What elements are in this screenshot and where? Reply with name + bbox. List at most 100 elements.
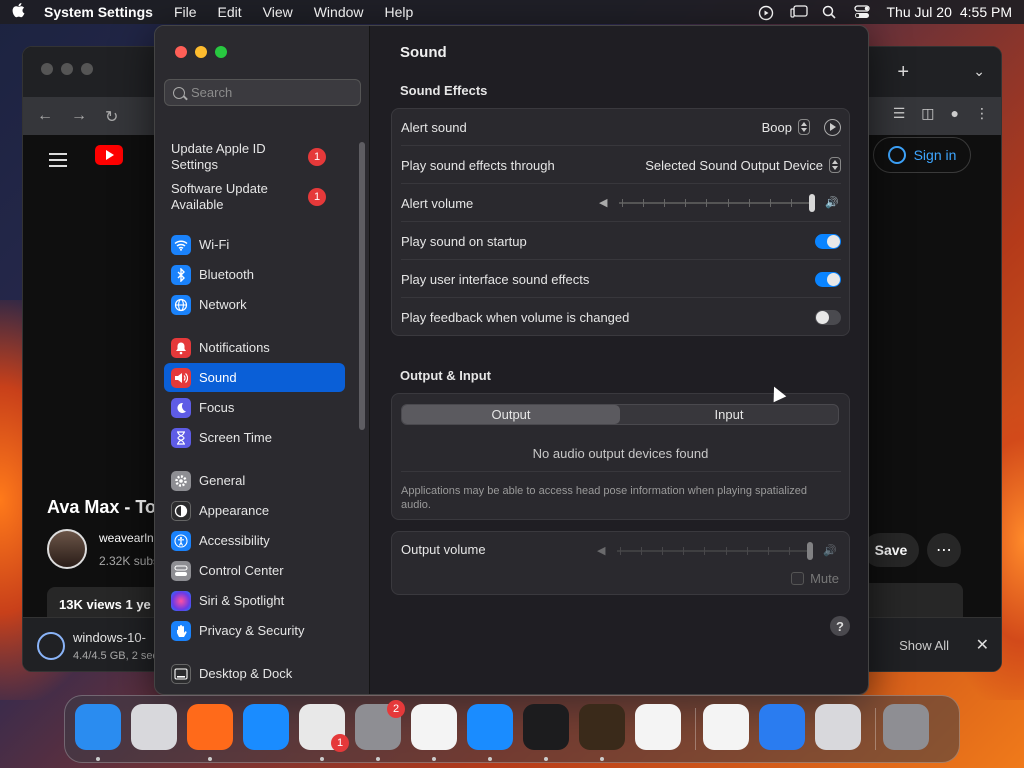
clock-date[interactable]: Thu Jul 20 [886,4,951,20]
garageband-icon[interactable] [579,704,625,750]
checkbox-box[interactable] [791,572,805,585]
running-indicator [488,757,492,761]
bell-icon [171,337,191,358]
file-menu[interactable]: File [174,4,197,20]
gear-icon [171,470,191,491]
volume-feedback-toggle[interactable] [815,310,841,325]
sidebar-item-network[interactable]: Network [164,290,345,319]
alert-volume-slider[interactable] [619,194,815,212]
close-window-button[interactable] [175,46,187,58]
screen-record-icon[interactable] [758,5,774,21]
app-store-icon[interactable] [243,704,289,750]
slider-tick [641,547,642,555]
sidebar-item-desktop-dock[interactable]: Desktop & Dock [164,659,345,688]
play-icon[interactable] [824,118,841,136]
finder-icon[interactable] [75,704,121,750]
forward-arrow-icon[interactable]: → [71,107,87,127]
tab-output[interactable]: Output [402,405,620,424]
weather-icon[interactable] [759,704,805,750]
sidebar-item-wifi[interactable]: Wi-Fi [164,230,345,259]
sidebar-item-software-update[interactable]: Software Update Available 1 [171,181,356,213]
view-menu[interactable]: View [263,4,293,20]
avatar[interactable] [47,529,87,569]
slider-knob[interactable] [809,194,815,212]
sign-in-label: Sign in [913,147,957,163]
sidebar-item-accessibility[interactable]: Accessibility [164,526,345,555]
search-input[interactable] [191,85,351,100]
ui-sound-toggle[interactable] [815,271,841,287]
sidebar-item-label: Network [199,297,247,312]
edit-menu[interactable]: Edit [218,4,242,20]
profile-icon[interactable]: ● [951,105,959,122]
stage-manager-icon[interactable] [790,5,809,19]
download-name[interactable]: windows-10- [73,630,146,645]
help-button[interactable]: ? [830,616,850,636]
sidebar-item-general[interactable]: General [164,466,345,495]
apple-menu-icon[interactable] [12,2,26,22]
popup-arrows-icon[interactable] [798,119,810,135]
side-panel-icon[interactable]: ◫ [921,105,934,122]
help-menu[interactable]: Help [385,4,414,20]
sidebar-item-sound[interactable]: Sound [164,363,345,392]
system-settings-window: Update Apple ID Settings 1 Software Upda… [154,25,869,695]
sign-in-button[interactable]: Sign in [873,137,971,173]
clock-time[interactable]: 4:55 PM [960,4,1012,20]
show-all-button[interactable]: Show All [899,638,949,653]
startup-sound-toggle[interactable] [815,233,841,249]
more-options-icon[interactable]: ⋯ [927,533,961,567]
channel-name[interactable]: weavearlnc [99,531,160,545]
close-icon[interactable]: ✕ [976,635,989,655]
accessibility-icon [171,530,191,551]
kebab-menu-icon[interactable]: ⋮ [975,105,989,122]
sidebar-item-notifications[interactable]: Notifications [164,333,345,362]
sidebar-item-bluetooth[interactable]: Bluetooth [164,260,345,289]
tab-input[interactable]: Input [620,405,838,424]
chevron-down-icon[interactable]: ⌄ [973,63,985,80]
new-tab-icon[interactable]: + [897,61,909,84]
terminal-icon[interactable] [523,704,569,750]
sidebar-item-update-apple-id[interactable]: Update Apple ID Settings 1 [171,141,356,173]
window-menu[interactable]: Window [314,4,364,20]
sidebar-item-screen-time[interactable]: Screen Time [164,423,345,452]
sidebar-scrollbar[interactable] [359,142,365,430]
sidebar-item-label: Wi-Fi [199,237,230,252]
vscode-icon[interactable] [635,704,681,750]
disk-utility-icon[interactable] [815,704,861,750]
minimize-window-button[interactable] [195,46,207,58]
safari-icon[interactable] [467,704,513,750]
youtube-logo-icon[interactable] [95,145,123,165]
video-views[interactable]: 13K views 1 ye [47,587,167,617]
output-volume-slider[interactable] [617,542,813,560]
sidebar-item-siri-spotlight[interactable]: Siri & Spotlight [164,586,345,615]
back-arrow-icon[interactable]: ← [37,107,53,127]
play-through-popup[interactable]: Selected Sound Output Device [645,158,823,173]
slider-knob[interactable] [807,542,813,560]
output-input-card: Output Input No audio output devices fou… [391,393,850,520]
spotlight-icon[interactable] [822,5,838,19]
trash-icon[interactable] [883,704,929,750]
app-menu[interactable]: System Settings [44,4,153,20]
save-button[interactable]: Save [863,533,919,567]
reload-icon[interactable]: ↻ [105,107,118,127]
sidebar-item-privacy-security[interactable]: Privacy & Security [164,616,345,645]
slider-tick [770,199,771,207]
sidebar-item-focus[interactable]: Focus [164,393,345,422]
launchpad-icon[interactable] [131,704,177,750]
firefox-icon[interactable] [187,704,233,750]
spatial-audio-note: Applications may be able to access head … [401,485,808,511]
sidebar-item-control-center[interactable]: Control Center [164,556,345,585]
popup-arrows-icon[interactable] [829,157,841,173]
hamburger-icon[interactable] [49,149,67,171]
alert-sound-popup[interactable]: Boop [762,120,792,135]
output-input-segmented-control: Output Input [401,404,839,425]
sidebar-item-appearance[interactable]: Appearance [164,496,345,525]
mute-checkbox[interactable]: Mute [791,571,839,586]
zoom-window-button[interactable] [215,46,227,58]
dock: 12 [64,695,960,763]
media-icon[interactable]: ☰ [893,105,906,122]
visual-studio-icon[interactable] [703,704,749,750]
download-file-icon[interactable] [37,632,65,660]
control-center-icon[interactable] [854,5,871,19]
search-field[interactable] [164,79,361,106]
textedit-icon[interactable] [411,704,457,750]
